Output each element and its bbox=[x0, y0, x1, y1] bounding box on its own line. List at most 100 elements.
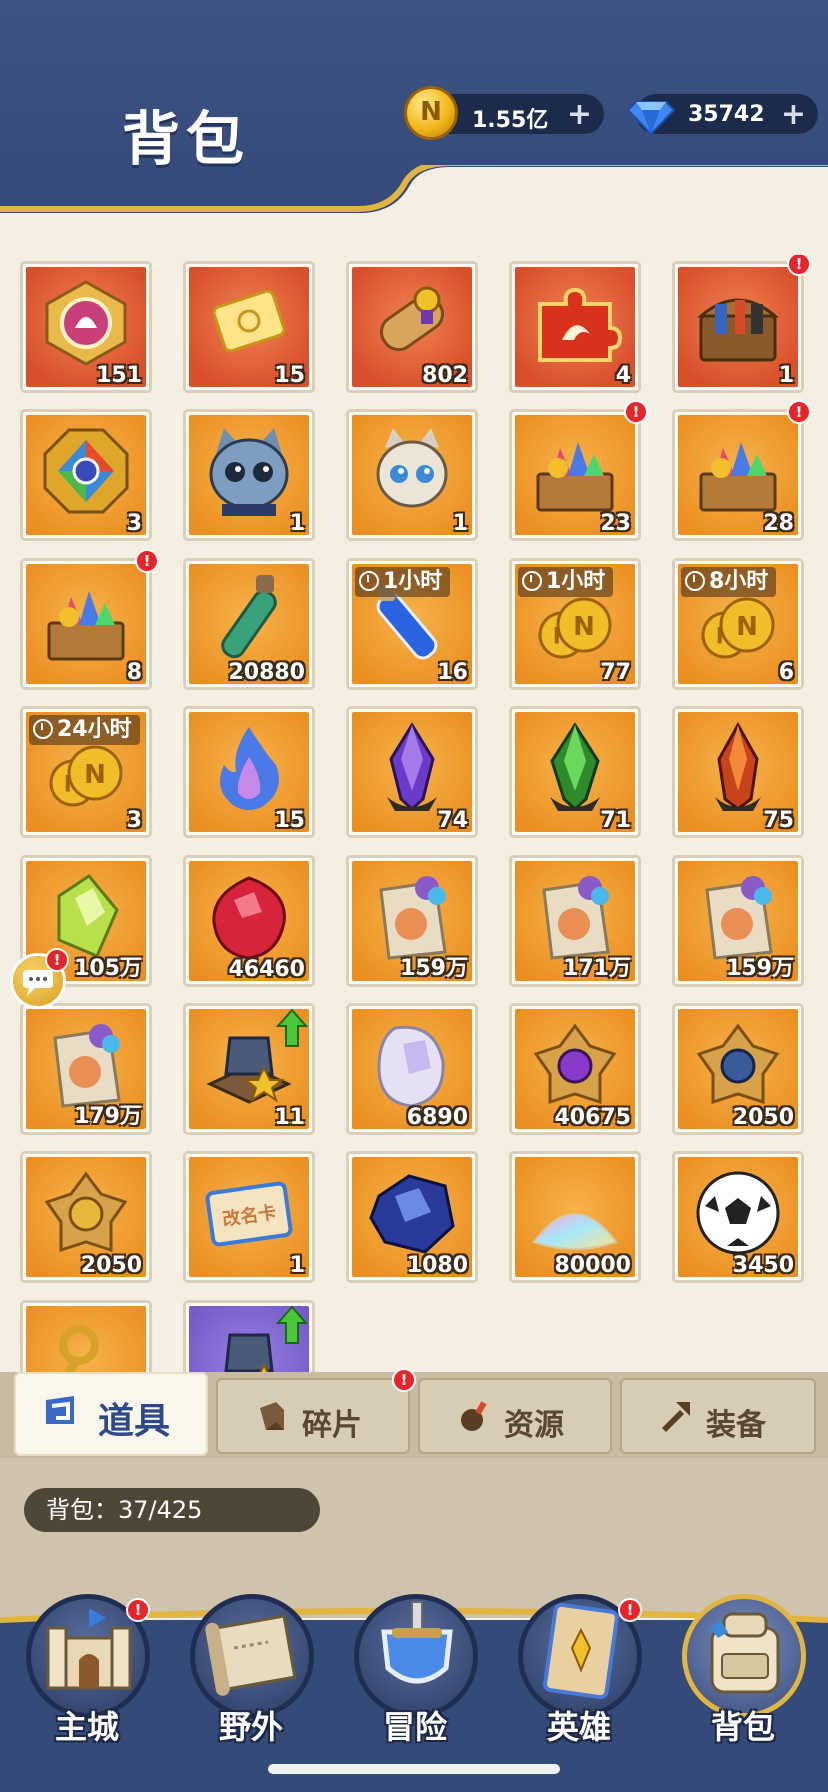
item-slot-dragon-seed-bag[interactable]: 159万 bbox=[346, 855, 478, 987]
item-slot-puzzle-piece[interactable]: 4 bbox=[509, 261, 641, 393]
item-slot-red-gem[interactable]: 46460 bbox=[183, 855, 315, 987]
item-count: 80000 bbox=[554, 1253, 631, 1278]
tab-item-tab[interactable]: 道具 bbox=[14, 1372, 208, 1456]
item-count: 28 bbox=[763, 511, 794, 536]
tab-label: 资源 bbox=[504, 1408, 564, 1443]
purple-rune-icon bbox=[528, 1018, 622, 1112]
tab-resource[interactable]: 资源 bbox=[418, 1378, 612, 1454]
nav-hero-card[interactable]: 英雄! bbox=[504, 1590, 654, 1780]
duration-text: 1小时 bbox=[383, 569, 443, 594]
item-count: 6890 bbox=[406, 1105, 468, 1130]
item-slot-green-vial[interactable]: 20880 bbox=[183, 558, 315, 690]
item-slot-cat-pet[interactable]: 1 bbox=[183, 409, 315, 541]
clock-icon bbox=[33, 719, 53, 739]
item-count: 1 bbox=[289, 511, 305, 536]
item-slot-panda-seed-bag[interactable]: 179万 bbox=[20, 1003, 152, 1135]
category-tabs: 道具 碎片! 资源 装备 bbox=[0, 1368, 828, 1458]
nav-map-scroll[interactable]: 野外 bbox=[176, 1590, 326, 1780]
add-diamond-button[interactable]: + bbox=[781, 97, 806, 132]
item-count: 159万 bbox=[726, 956, 794, 981]
item-count: 1 bbox=[289, 1253, 305, 1278]
clock-icon bbox=[359, 571, 379, 591]
gold-value: 1.55亿 bbox=[472, 108, 549, 133]
item-slot-golden-ticket[interactable]: 15 bbox=[183, 261, 315, 393]
item-slot-octagon-medal[interactable]: 3 bbox=[20, 409, 152, 541]
item-slot-purple-armor[interactable] bbox=[183, 1300, 315, 1375]
item-count: 11 bbox=[274, 1105, 305, 1130]
item-slot-scroll[interactable]: 802 bbox=[346, 261, 478, 393]
item-slot-coin-boost-8h[interactable]: NN8小时6 bbox=[672, 558, 804, 690]
gold-coin-icon: N bbox=[404, 86, 458, 140]
add-gold-button[interactable]: + bbox=[567, 97, 592, 132]
chat-button[interactable]: ! bbox=[10, 948, 69, 1009]
gold-currency[interactable]: N 1.55亿 + bbox=[404, 86, 604, 140]
item-slot-white-stone[interactable]: 6890 bbox=[346, 1003, 478, 1135]
backpack-icon bbox=[690, 1598, 800, 1708]
item-slot-dragon-pet[interactable]: 1 bbox=[346, 409, 478, 541]
item-slot-purple-crystal[interactable]: 74 bbox=[346, 706, 478, 838]
page-title: 背包 bbox=[122, 105, 251, 173]
item-slot-blue-rune[interactable]: 2050 bbox=[672, 1003, 804, 1135]
new-alert-badge: ! bbox=[787, 400, 811, 424]
item-slot-coin-boost-24h[interactable]: NN24小时3 bbox=[20, 706, 152, 838]
purple-crystal-icon bbox=[365, 721, 459, 815]
item-slot-blue-flame[interactable]: 15 bbox=[183, 706, 315, 838]
item-slot-rename-card[interactable]: 改名卡改名卡1 bbox=[183, 1151, 315, 1283]
item-count: 105万 bbox=[74, 956, 142, 981]
item-count: 8 bbox=[126, 660, 142, 685]
green-vial-icon bbox=[202, 573, 296, 667]
item-count: 159万 bbox=[400, 956, 468, 981]
item-slot-rainbow-sand[interactable]: 80000 bbox=[509, 1151, 641, 1283]
item-slot-gold-key[interactable] bbox=[20, 1300, 152, 1375]
item-count: 15 bbox=[274, 808, 305, 833]
clock-icon bbox=[685, 571, 705, 591]
new-alert-badge: ! bbox=[624, 400, 648, 424]
duration-tag: 1小时 bbox=[518, 567, 614, 597]
capacity-indicator: 背包：37/425 bbox=[24, 1488, 320, 1532]
item-slot-cat-seed-bag[interactable]: 171万 bbox=[509, 855, 641, 987]
diamond-currency[interactable]: 35742 + bbox=[626, 94, 818, 136]
key-icon bbox=[39, 1315, 133, 1375]
duration-tag: 8小时 bbox=[681, 567, 777, 597]
item-slot-purple-rune[interactable]: 40675 bbox=[509, 1003, 641, 1135]
tab-fragment[interactable]: 碎片! bbox=[216, 1368, 416, 1454]
item-slot-hero-armor[interactable]: 11 bbox=[183, 1003, 315, 1135]
rename-card-icon: 改名卡 bbox=[202, 1166, 296, 1260]
tab-label: 碎片 bbox=[302, 1408, 362, 1443]
item-slot-gem-chest-a[interactable]: 23! bbox=[509, 400, 648, 541]
item-count: 71 bbox=[600, 808, 631, 833]
amulet-icon bbox=[39, 276, 133, 370]
item-count: 179万 bbox=[74, 1104, 142, 1129]
item-count: 6 bbox=[778, 660, 794, 685]
item-slot-gold-rune[interactable]: 2050 bbox=[20, 1151, 152, 1283]
octagon-medal-icon bbox=[39, 424, 133, 518]
item-count: 1080 bbox=[406, 1253, 468, 1278]
diamond-value: 35742 bbox=[688, 102, 765, 127]
duration-tag: 1小时 bbox=[355, 567, 451, 597]
chat-alert-badge: ! bbox=[45, 948, 69, 972]
item-slot-coin-boost-1h[interactable]: NN1小时77 bbox=[509, 558, 641, 690]
nav-label: 主城 bbox=[54, 1708, 119, 1746]
tab-equipment[interactable]: 装备 bbox=[620, 1378, 816, 1454]
nav-sword-shield[interactable]: 冒险 bbox=[340, 1590, 490, 1780]
svg-text:N: N bbox=[736, 612, 758, 642]
item-count: 15 bbox=[274, 363, 305, 388]
item-slot-badge-medal[interactable]: 151 bbox=[20, 261, 152, 393]
item-count: 2050 bbox=[732, 1105, 794, 1130]
item-slot-gem-chest-c[interactable]: 8! bbox=[20, 549, 159, 690]
item-slot-soccer-ball[interactable]: 3450 bbox=[672, 1151, 804, 1283]
equipment-icon bbox=[658, 1398, 694, 1434]
item-count: 171万 bbox=[563, 956, 631, 981]
item-slot-treasure-chest[interactable]: 1! bbox=[672, 255, 811, 393]
nav-backpack[interactable]: 背包 bbox=[668, 1590, 818, 1780]
item-slot-red-crystal[interactable]: 75 bbox=[672, 706, 804, 838]
home-indicator bbox=[268, 1764, 560, 1774]
item-slot-flame-seed-bag[interactable]: 159万 bbox=[672, 855, 804, 987]
item-slot-blue-potion[interactable]: 1小时 16 bbox=[346, 558, 478, 690]
item-slot-blue-ore[interactable]: 1080 bbox=[346, 1151, 478, 1283]
nav-castle[interactable]: 主城! bbox=[12, 1590, 162, 1780]
item-slot-green-crystal[interactable]: 71 bbox=[509, 706, 641, 838]
item-count: 77 bbox=[600, 660, 631, 685]
item-slot-gem-chest-b[interactable]: 28! bbox=[672, 400, 811, 541]
cat-pet-icon bbox=[202, 424, 296, 518]
